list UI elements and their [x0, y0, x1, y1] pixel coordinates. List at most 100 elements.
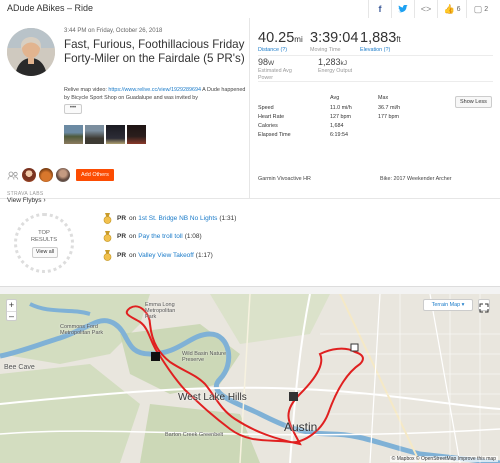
route-map[interactable]: Bee Cave West Lake Hills Austin Commons … — [0, 294, 500, 463]
top-bar: ADude ABikes – Ride f <> 👍 6 ▢ 2 — [0, 0, 500, 19]
description-prefix: Relive map video: — [64, 87, 109, 93]
medal-icon — [103, 231, 112, 242]
place-label: Barton Creek Greenbelt — [165, 432, 224, 438]
fullscreen-icon — [479, 303, 489, 313]
photo-thumbnail[interactable] — [64, 125, 83, 144]
row-label: Calories — [258, 123, 278, 129]
elevation-value: 1,883ft — [360, 30, 401, 46]
comment-icon: ▢ — [473, 3, 483, 14]
pr-on: on — [129, 252, 137, 259]
pr-label: PR — [117, 252, 127, 259]
twitter-share-button[interactable] — [391, 0, 414, 18]
facebook-icon: f — [378, 4, 382, 14]
moving-time-label: Moving Time — [310, 47, 341, 53]
row-avg: 6:19:54 — [330, 132, 348, 138]
pr-time: (1:17) — [195, 252, 213, 259]
group-icon — [7, 171, 19, 180]
activity-datetime: 3:44 PM on Friday, October 26, 2018 — [64, 28, 163, 34]
pr-row: PR on 1st St. Bridge NB No Lights (1:31) — [103, 213, 236, 224]
row-avg: 1,684 — [330, 123, 344, 129]
elevation-label[interactable]: Elevation (?) — [360, 47, 390, 53]
kudos-avatar[interactable] — [22, 168, 36, 182]
place-label: Austin — [284, 420, 318, 434]
section-divider — [0, 198, 500, 199]
row-label: Speed — [258, 105, 274, 111]
place-label: Commons Ford Metropolitan Park — [60, 324, 104, 336]
distance-label[interactable]: Distance (?) — [258, 47, 287, 53]
athlete-avatar[interactable] — [7, 28, 55, 76]
facebook-share-button[interactable]: f — [368, 0, 391, 18]
view-all-button[interactable]: View all — [32, 247, 58, 258]
elevation-number: 1,883 — [360, 30, 397, 46]
activity-description: Relive map video: https://www.relive.cc/… — [64, 86, 246, 102]
row-label: Heart Rate — [258, 114, 285, 120]
avatar-photo — [7, 28, 55, 76]
view-flybys-link[interactable]: View Flybys › — [7, 197, 46, 204]
view-flybys-label: View Flybys — [7, 197, 42, 204]
place-label: Wild Basin Nature Preserve — [182, 351, 227, 363]
col-avg-header: Avg — [330, 95, 340, 101]
column-divider — [249, 18, 250, 198]
energy-value: 1,283kJ — [318, 57, 347, 67]
pr-on: on — [129, 215, 137, 222]
activity-card: 3:44 PM on Friday, October 26, 2018 Fast… — [0, 18, 500, 287]
top-results-label: TOP RESULTS — [14, 230, 74, 244]
finish-flag-icon — [350, 343, 359, 352]
power-value: 98W — [258, 57, 274, 67]
stats-divider — [258, 81, 493, 82]
share-bar: f <> 👍 6 ▢ 2 — [368, 0, 495, 18]
distance-value: 40.25mi — [258, 30, 303, 46]
chevron-right-icon: › — [43, 197, 46, 204]
pr-time: (1:08) — [184, 233, 202, 240]
device-name: Garmin Vivoactive HR — [258, 176, 311, 182]
pr-label: PR — [117, 215, 127, 222]
fullscreen-button[interactable] — [478, 299, 490, 313]
distance-number: 40.25 — [258, 30, 295, 46]
row-max: 36.7 mi/h — [378, 105, 401, 111]
place-label: Bee Cave — [4, 364, 35, 371]
power-label: Estimated Avg Power — [258, 68, 292, 81]
segment-link[interactable]: 1st St. Bridge NB No Lights — [138, 215, 217, 222]
place-label: Emma Long Metropolitan Park — [145, 302, 176, 320]
top-label: TOP — [38, 230, 50, 236]
place-label: West Lake Hills — [178, 392, 247, 403]
kudos-avatar[interactable] — [56, 168, 70, 182]
activity-title[interactable]: Fast, Furious, Foothillacious Friday For… — [64, 38, 246, 66]
map-canvas[interactable] — [0, 294, 500, 463]
twitter-icon — [398, 5, 408, 13]
segment-link[interactable]: Valley View Takeoff — [138, 252, 194, 259]
photo-thumbnail[interactable] — [85, 125, 104, 144]
segment-link[interactable]: Pay the troll toll — [138, 233, 182, 240]
stats-divider — [258, 55, 493, 56]
kudos-button[interactable]: 👍 6 — [437, 0, 466, 18]
results-label: RESULTS — [30, 237, 58, 243]
medal-icon — [103, 250, 112, 261]
power-number: 98 — [258, 57, 269, 67]
elevation-unit: ft — [396, 35, 401, 44]
pr-on: on — [129, 233, 137, 240]
embed-share-button[interactable]: <> — [414, 0, 437, 18]
show-less-button[interactable]: Show Less — [455, 96, 492, 108]
row-avg: 11.0 mi/h — [330, 105, 352, 111]
bike-name: Bike: 2017 Weekender Archer — [380, 176, 452, 182]
photo-thumbnail[interactable] — [127, 125, 146, 144]
more-button[interactable]: ••• — [64, 104, 82, 114]
page-title: ADude ABikes – Ride — [7, 3, 94, 13]
add-others-button[interactable]: Add Others — [76, 169, 114, 181]
relive-link[interactable]: https://www.relive.cc/view/1929289694 — [108, 87, 201, 93]
zoom-out-button[interactable]: – — [7, 312, 16, 322]
kudos-count: 6 — [456, 5, 461, 13]
comments-button[interactable]: ▢ 2 — [466, 0, 495, 18]
map-attribution[interactable]: © Mapbox © OpenStreetMap Improve this ma… — [389, 456, 498, 462]
row-avg: 127 bpm — [330, 114, 351, 120]
energy-label: Energy Output — [318, 68, 353, 74]
route-photo-marker[interactable] — [151, 352, 160, 361]
power-unit: W — [268, 60, 275, 67]
col-max-header: Max — [378, 95, 389, 101]
kudos-avatar[interactable] — [39, 168, 53, 182]
photo-thumbnail[interactable] — [106, 125, 125, 144]
kudos-row: Add Others — [7, 168, 114, 182]
pr-time: (1:31) — [219, 215, 237, 222]
route-photo-marker[interactable] — [289, 392, 298, 401]
terrain-map-dropdown[interactable]: Terrain Map ▾ — [423, 299, 473, 311]
